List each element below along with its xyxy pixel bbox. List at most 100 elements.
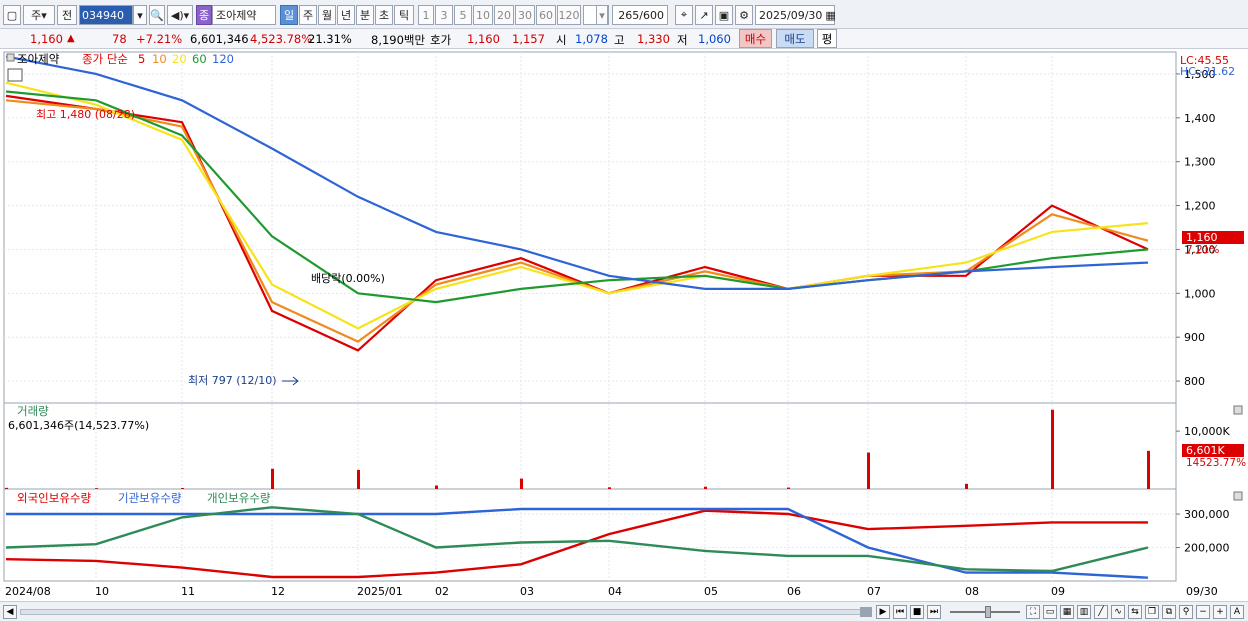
volume-bar [181, 487, 184, 489]
fit-icon[interactable]: ⛶ [1026, 605, 1040, 619]
count-value: 265 [618, 8, 640, 22]
quote-volume: 6,601,346 [190, 32, 249, 46]
volume-title: 거래량 [17, 404, 49, 418]
stock-chart[interactable]: 1,5001,4001,3001,2001,1001,00090080010,0… [0, 50, 1248, 601]
period-day[interactable]: 일 [280, 5, 298, 25]
grid-icon[interactable]: ▦ [1060, 605, 1074, 619]
period-second[interactable]: 초 [375, 5, 393, 25]
volume-bar [5, 487, 8, 489]
quote-ask: 1,160 [467, 32, 500, 46]
x-tick-label: 2025/01 [357, 585, 403, 598]
volume-bar [608, 487, 611, 489]
scroll-right-icon[interactable]: ▶ [876, 605, 890, 619]
minute-60[interactable]: 60 [536, 5, 556, 25]
panel-stock-name: 조아제약 [17, 52, 60, 66]
quote-low: 1,060 [698, 32, 731, 46]
bar-chart-icon[interactable]: ▥ [1077, 605, 1091, 619]
market-select[interactable]: 주 ▾ [23, 5, 55, 25]
high-annotation: 최고 1,480 (08/28) [36, 108, 135, 121]
panel-collapse-icon[interactable] [6, 53, 15, 62]
prev-button[interactable]: 전 [57, 5, 77, 25]
stop-icon[interactable]: ■ [910, 605, 924, 619]
save-icon[interactable]: ▣ [715, 5, 733, 25]
eval-button[interactable]: 평 [817, 29, 837, 48]
top-toolbar: ▢ 주 ▾ 전 034940 ▾ 🔍 ◀)▾ 종 조아제약 일 주 월 년 분 초… [0, 0, 1248, 29]
rewind-icon[interactable]: ⏮ [893, 605, 907, 619]
stock-name-field[interactable]: 조아제약 [212, 5, 276, 25]
volume-panel-close-icon[interactable] [1233, 405, 1243, 415]
trend-tool-icon[interactable]: ↗ [695, 5, 713, 25]
x-tick-label: 10 [95, 585, 109, 598]
crosshair-icon[interactable]: ⌖ [675, 5, 693, 25]
volume-bar [1051, 409, 1054, 489]
dividend-annotation: 배당락(0.00%) [311, 272, 385, 285]
minute-120[interactable]: 120 [557, 5, 581, 25]
period-year[interactable]: 년 [337, 5, 355, 25]
custom-period-dropdown-icon[interactable]: ▾ [596, 5, 608, 25]
price-badge-value: 1,160 [1186, 231, 1218, 244]
copy-icon[interactable]: ❐ [1145, 605, 1159, 619]
scroll-track[interactable] [20, 609, 870, 615]
date-input[interactable]: 2025/09/30 ▦ [755, 5, 836, 25]
holdings-panel-close-icon[interactable] [1233, 491, 1243, 501]
period-week[interactable]: 주 [299, 5, 317, 25]
volume-bar [520, 478, 523, 489]
window-icon[interactable]: ▢ [3, 5, 21, 25]
speaker-icon[interactable]: ◀)▾ [167, 5, 193, 25]
wave-icon[interactable]: ∿ [1111, 605, 1125, 619]
scroll-left-icon[interactable]: ◀ [3, 605, 17, 619]
y-tick-label: 1,000 [1184, 287, 1216, 300]
y-tick-label: 800 [1184, 375, 1205, 388]
quote-bid: 1,157 [512, 32, 545, 46]
forward-icon[interactable]: ⏭ [927, 605, 941, 619]
volume-bar [704, 486, 707, 489]
minute-1[interactable]: 1 [418, 5, 434, 25]
font-size-icon[interactable]: A [1230, 605, 1244, 619]
period-tick[interactable]: 틱 [394, 5, 414, 25]
legend-foreign: 외국인보유수량 [17, 491, 91, 505]
search-icon[interactable]: 🔍 [149, 5, 165, 25]
scroll-thumb[interactable] [860, 607, 872, 617]
volume-bar [867, 452, 870, 489]
quote-change-pct: +7.21% [136, 32, 183, 46]
quote-amount: 8,190백만 [371, 33, 426, 47]
zoom-in-icon[interactable]: + [1213, 605, 1227, 619]
x-tick-label: 04 [608, 585, 622, 598]
y-tick-label: 300,000 [1184, 508, 1230, 521]
code-dropdown-icon[interactable]: ▾ [133, 5, 147, 25]
x-tick-label: 03 [520, 585, 534, 598]
zoom-out-icon[interactable]: − [1196, 605, 1210, 619]
gear-icon[interactable]: ⚙ [735, 5, 753, 25]
period-month[interactable]: 월 [318, 5, 336, 25]
volume-bar [787, 487, 790, 489]
count-field[interactable]: 265/600 [612, 5, 668, 25]
volume-summary: 6,601,346주(14,523.77%) [8, 419, 149, 432]
zoom-slider-handle[interactable] [985, 606, 991, 618]
quote-bar: 1,160 ▲ 78 +7.21% 6,601,346 4,523.78% 21… [0, 29, 1248, 49]
overlay-icon[interactable]: ⧉ [1162, 605, 1176, 619]
table-view-icon[interactable] [7, 68, 23, 82]
buy-button[interactable]: 매수 [739, 29, 772, 48]
line-tool-icon[interactable]: ╱ [1094, 605, 1108, 619]
minute-10[interactable]: 10 [473, 5, 493, 25]
zoom-icon[interactable]: ⚲ [1179, 605, 1193, 619]
chart-area[interactable]: 1,500 1,400 1,300 1,200 1,100 1,000 900 800 10,0… [0, 50, 1248, 601]
minute-3[interactable]: 3 [435, 5, 453, 25]
stock-code-input[interactable]: 034940 [79, 5, 133, 25]
x-tick-label: 05 [704, 585, 718, 598]
screen-icon[interactable]: ▭ [1043, 605, 1057, 619]
bottom-scrollbar[interactable]: ◀ ▶ ⏮ ■ ⏭ ⛶ ▭ ▦ ▥ ╱ ∿ ⇆ ❐ ⧉ ⚲ − + A [0, 601, 1248, 621]
volume-bar [271, 468, 274, 489]
period-minute[interactable]: 분 [356, 5, 374, 25]
sell-button[interactable]: 매도 [776, 29, 814, 48]
y-tick-label: 1,400 [1184, 112, 1216, 125]
minute-20[interactable]: 20 [494, 5, 514, 25]
x-tick-label: 06 [787, 585, 801, 598]
market-label: 주 [31, 9, 42, 22]
minute-5[interactable]: 5 [454, 5, 472, 25]
compare-icon[interactable]: ⇆ [1128, 605, 1142, 619]
minute-30[interactable]: 30 [515, 5, 535, 25]
volume-bar [357, 469, 360, 489]
date-value: 2025/09/30 [759, 8, 823, 22]
calendar-icon[interactable]: ▦ [825, 9, 835, 22]
